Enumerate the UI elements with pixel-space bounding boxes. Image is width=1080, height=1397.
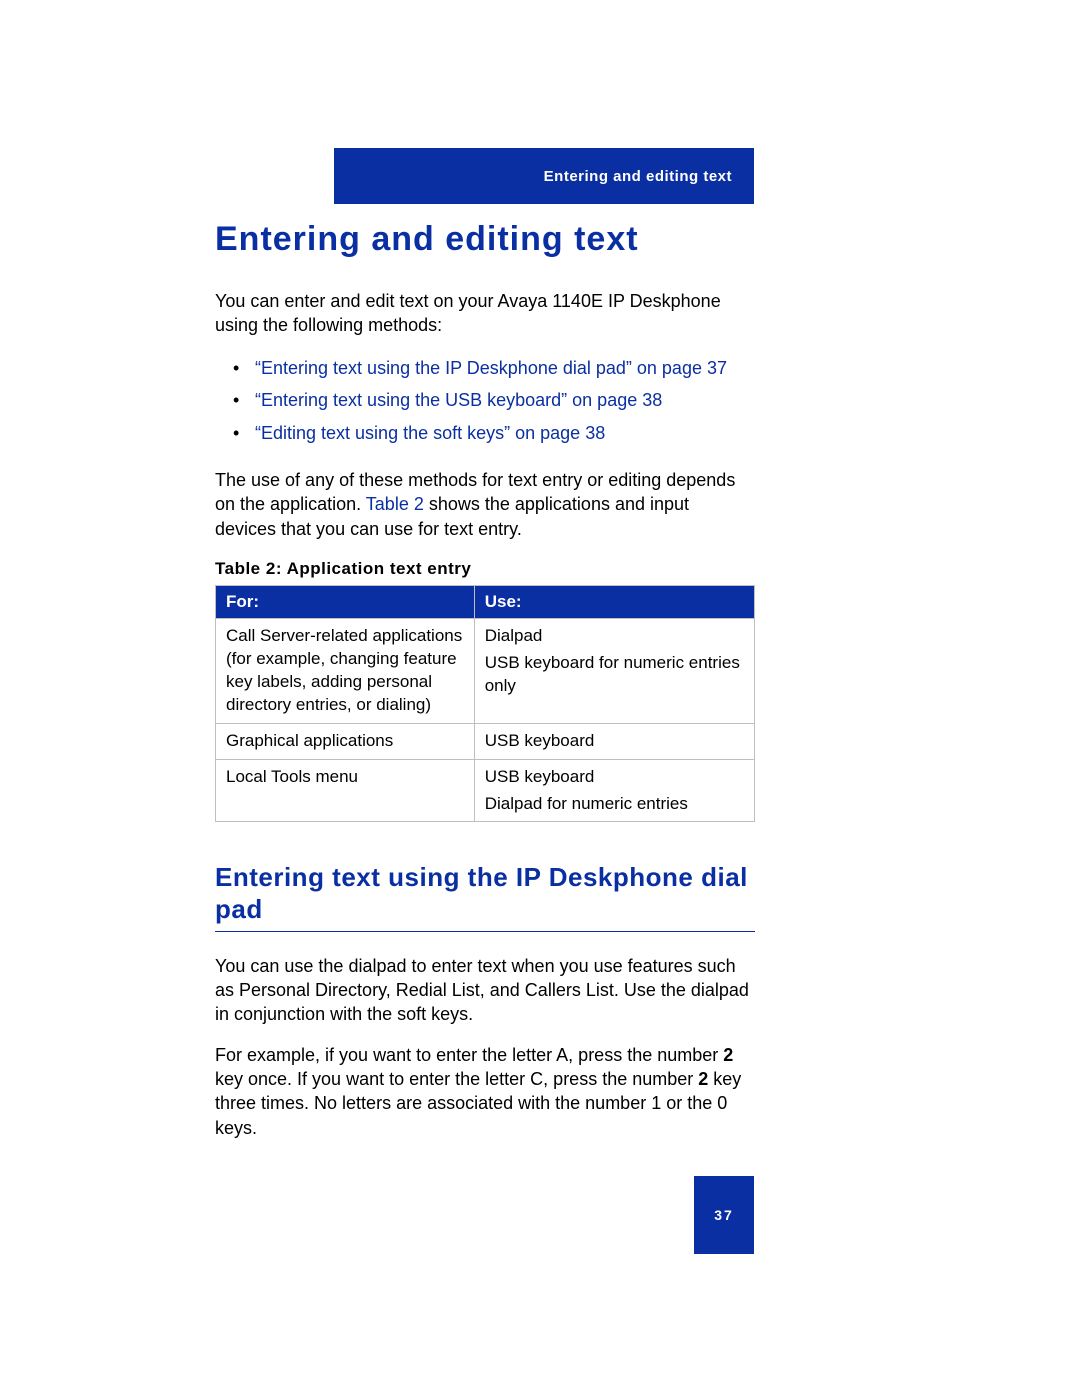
table-header-for: For:	[216, 585, 475, 618]
paragraph-dialpad-use: You can use the dialpad to enter text wh…	[215, 954, 755, 1027]
table-cell: Local Tools menu	[216, 759, 475, 822]
paragraph-dialpad-example: For example, if you want to enter the le…	[215, 1043, 755, 1140]
xref-link-usb-keyboard[interactable]: “Entering text using the USB keyboard” o…	[255, 390, 662, 410]
table-cell: Dialpad USB keyboard for numeric entries…	[474, 618, 754, 723]
table-caption: Table 2: Application text entry	[215, 559, 755, 579]
header-bar: Entering and editing text	[334, 148, 754, 204]
table-cell: Call Server-related applications (for ex…	[216, 618, 475, 723]
paragraph-methods-depend: The use of any of these methods for text…	[215, 468, 755, 541]
running-header-text: Entering and editing text	[544, 168, 732, 185]
xref-link-soft-keys[interactable]: “Editing text using the soft keys” on pa…	[255, 423, 605, 443]
content-area: Entering and editing text You can enter …	[215, 220, 755, 1156]
page: Entering and editing text Entering and e…	[0, 0, 1080, 1397]
page-title: Entering and editing text	[215, 220, 755, 259]
bold-key-2: 2	[698, 1069, 708, 1089]
xref-list: “Entering text using the IP Deskphone di…	[215, 354, 755, 448]
table-cell-line: USB keyboard	[485, 766, 744, 789]
table-cell-line: Dialpad for numeric entries	[485, 793, 744, 816]
page-number: 37	[714, 1207, 734, 1223]
table-row: Graphical applications USB keyboard	[216, 723, 755, 759]
table-cell-line: Dialpad	[485, 625, 744, 648]
table-cell: USB keyboard	[474, 723, 754, 759]
page-number-box: 37	[694, 1176, 754, 1254]
table-header-use: Use:	[474, 585, 754, 618]
table-row: Local Tools menu USB keyboard Dialpad fo…	[216, 759, 755, 822]
table-row: Call Server-related applications (for ex…	[216, 618, 755, 723]
text-span: key once. If you want to enter the lette…	[215, 1069, 698, 1089]
text-span: For example, if you want to enter the le…	[215, 1045, 723, 1065]
bold-key-2: 2	[723, 1045, 733, 1065]
xref-link-dialpad[interactable]: “Entering text using the IP Deskphone di…	[255, 358, 727, 378]
application-text-entry-table: For: Use: Call Server-related applicatio…	[215, 585, 755, 823]
table-cell: USB keyboard Dialpad for numeric entries	[474, 759, 754, 822]
intro-paragraph: You can enter and edit text on your Avay…	[215, 289, 755, 338]
section-heading-dialpad: Entering text using the IP Deskphone dia…	[215, 862, 755, 931]
table-cell: Graphical applications	[216, 723, 475, 759]
xref-table-2[interactable]: Table 2	[366, 494, 424, 514]
table-cell-line: USB keyboard for numeric entries only	[485, 652, 744, 698]
